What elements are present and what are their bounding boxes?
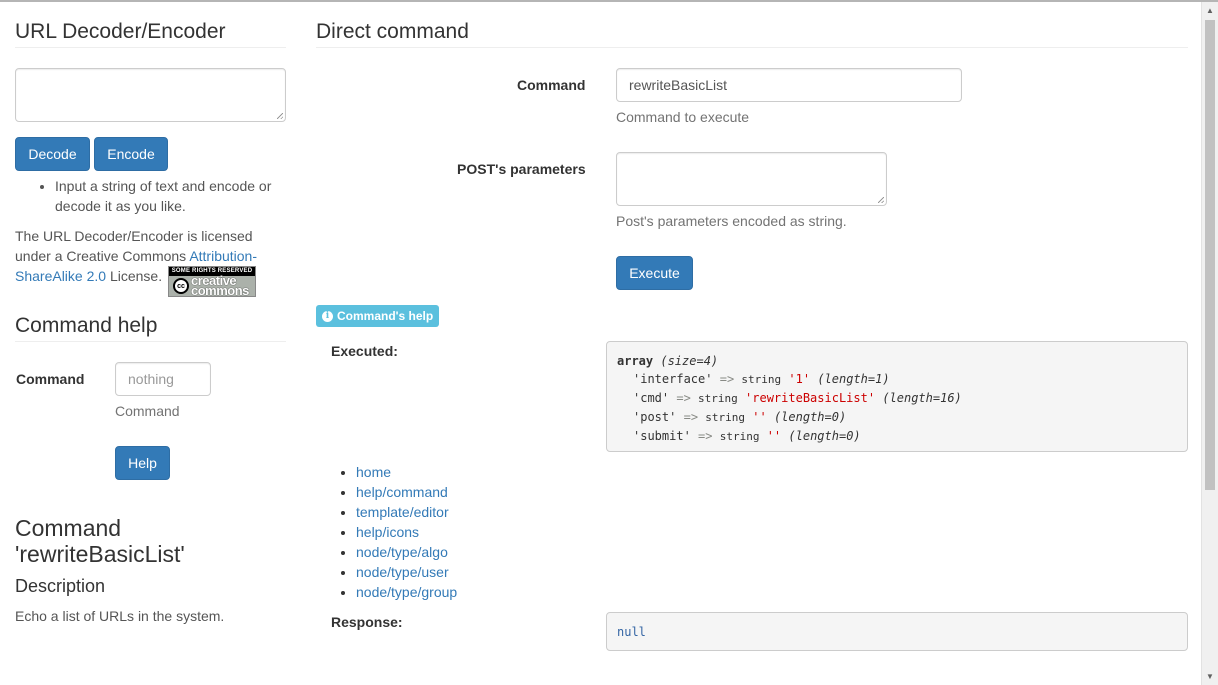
- dump-arrow: =>: [676, 391, 691, 405]
- executed-dump: array (size=4) 'interface' => string '1'…: [606, 341, 1188, 452]
- page-title: Direct command: [316, 20, 469, 43]
- link-node-type-user[interactable]: node/type/user: [356, 564, 449, 580]
- decoder-title: URL Decoder/Encoder: [15, 20, 226, 43]
- decoder-input[interactable]: [15, 68, 286, 122]
- list-item: template/editor: [356, 502, 457, 522]
- commands-help-badge-label: Command's help: [337, 309, 434, 323]
- scrollbar-thumb[interactable]: [1205, 20, 1215, 490]
- command-help-divider: [15, 341, 286, 342]
- dump-meta: (length=0): [773, 410, 847, 424]
- list-item: node/type/group: [356, 582, 457, 602]
- help-button[interactable]: Help: [115, 446, 170, 480]
- decoder-divider: [15, 47, 286, 48]
- command-help-hint: Command: [115, 403, 180, 419]
- list-item: help/icons: [356, 522, 457, 542]
- main-divider: [316, 47, 1188, 48]
- list-item: help/command: [356, 482, 457, 502]
- command-help-label: Command: [16, 371, 85, 387]
- link-help-command[interactable]: help/command: [356, 484, 448, 500]
- dump-arrow: =>: [683, 410, 699, 424]
- response-dump: null: [606, 612, 1188, 651]
- dump-arrow: =>: [698, 429, 713, 443]
- post-params-label: POST's parameters: [457, 161, 586, 177]
- dump-type: string: [719, 430, 760, 443]
- list-item: node/type/algo: [356, 542, 457, 562]
- dump-value: '': [766, 429, 782, 443]
- decoder-tip: Input a string of text and encode or dec…: [55, 176, 305, 216]
- cc-bottom-band: cc creative commons: [169, 273, 255, 298]
- link-home[interactable]: home: [356, 464, 391, 480]
- command-help-input[interactable]: nothing: [115, 362, 211, 396]
- scroll-down-icon[interactable]: ▼: [1202, 668, 1218, 685]
- commands-help-badge[interactable]: i Command's help: [316, 305, 440, 327]
- dump-type: string: [698, 392, 738, 405]
- post-params-hint: Post's parameters encoded as string.: [616, 213, 847, 229]
- link-node-type-algo[interactable]: node/type/algo: [356, 544, 448, 560]
- dump-meta: (length=1): [817, 372, 890, 386]
- dump-header-type: array: [617, 354, 654, 368]
- dump-row: 'post' => string '' (length=0): [617, 408, 1177, 427]
- creative-commons-badge[interactable]: SOME RIGHTS RESERVED cc creative commons: [168, 266, 256, 297]
- command-input[interactable]: rewriteBasicList: [616, 68, 962, 102]
- license-suffix: License.: [106, 268, 163, 284]
- dump-meta: (length=16): [882, 391, 962, 405]
- dump-header: array (size=4): [617, 352, 1177, 370]
- execute-button[interactable]: Execute: [616, 256, 693, 290]
- scroll-up-icon[interactable]: ▲: [1202, 2, 1218, 19]
- dump-key: 'interface': [633, 372, 713, 386]
- response-value: null: [617, 625, 646, 639]
- description-title: Description: [15, 576, 106, 596]
- list-item: node/type/user: [356, 562, 457, 582]
- info-icon: i: [322, 310, 333, 322]
- dump-key: 'submit': [633, 429, 691, 443]
- link-help-icons[interactable]: help/icons: [356, 524, 419, 540]
- post-params-input[interactable]: [616, 152, 887, 206]
- dump-key: 'post': [633, 410, 677, 424]
- dump-row: 'submit' => string '' (length=0): [617, 427, 1177, 446]
- window-top-border: [0, 0, 1218, 2]
- cc-bottom-text: creative commons: [191, 273, 249, 298]
- description-text: Echo a list of URLs in the system.: [15, 608, 225, 624]
- dump-meta: (length=0): [788, 429, 861, 443]
- command-help-title: Command help: [15, 314, 158, 337]
- decode-button[interactable]: Decode: [15, 137, 90, 171]
- response-label: Response:: [331, 614, 403, 630]
- command-label: Command: [517, 77, 586, 93]
- dump-row: 'cmd' => string 'rewriteBasicList' (leng…: [617, 389, 1177, 408]
- executed-label: Executed:: [331, 343, 398, 359]
- dump-arrow: =>: [719, 372, 735, 386]
- dump-value: '1': [788, 372, 811, 386]
- dump-type: string: [705, 411, 746, 424]
- command-links-list: home help/command template/editor help/i…: [316, 462, 457, 602]
- encode-button[interactable]: Encode: [94, 137, 168, 171]
- command-hint: Command to execute: [616, 109, 750, 125]
- list-item: home: [356, 462, 457, 482]
- dump-value: '': [752, 410, 767, 424]
- dump-key: 'cmd': [633, 391, 670, 405]
- link-template-editor[interactable]: template/editor: [356, 504, 449, 520]
- dump-type: string: [741, 373, 782, 386]
- decoder-tip-list: Input a string of text and encode or dec…: [15, 176, 305, 216]
- command-doc-title: Command 'rewriteBasicList': [15, 515, 185, 567]
- vertical-scrollbar[interactable]: ▲ ▼: [1201, 2, 1218, 685]
- dump-value: 'rewriteBasicList': [745, 391, 876, 405]
- dump-header-meta: (size=4): [660, 354, 719, 368]
- dump-row: 'interface' => string '1' (length=1): [617, 370, 1177, 389]
- cc-logo-icon: cc: [173, 278, 189, 294]
- link-node-type-group[interactable]: node/type/group: [356, 584, 457, 600]
